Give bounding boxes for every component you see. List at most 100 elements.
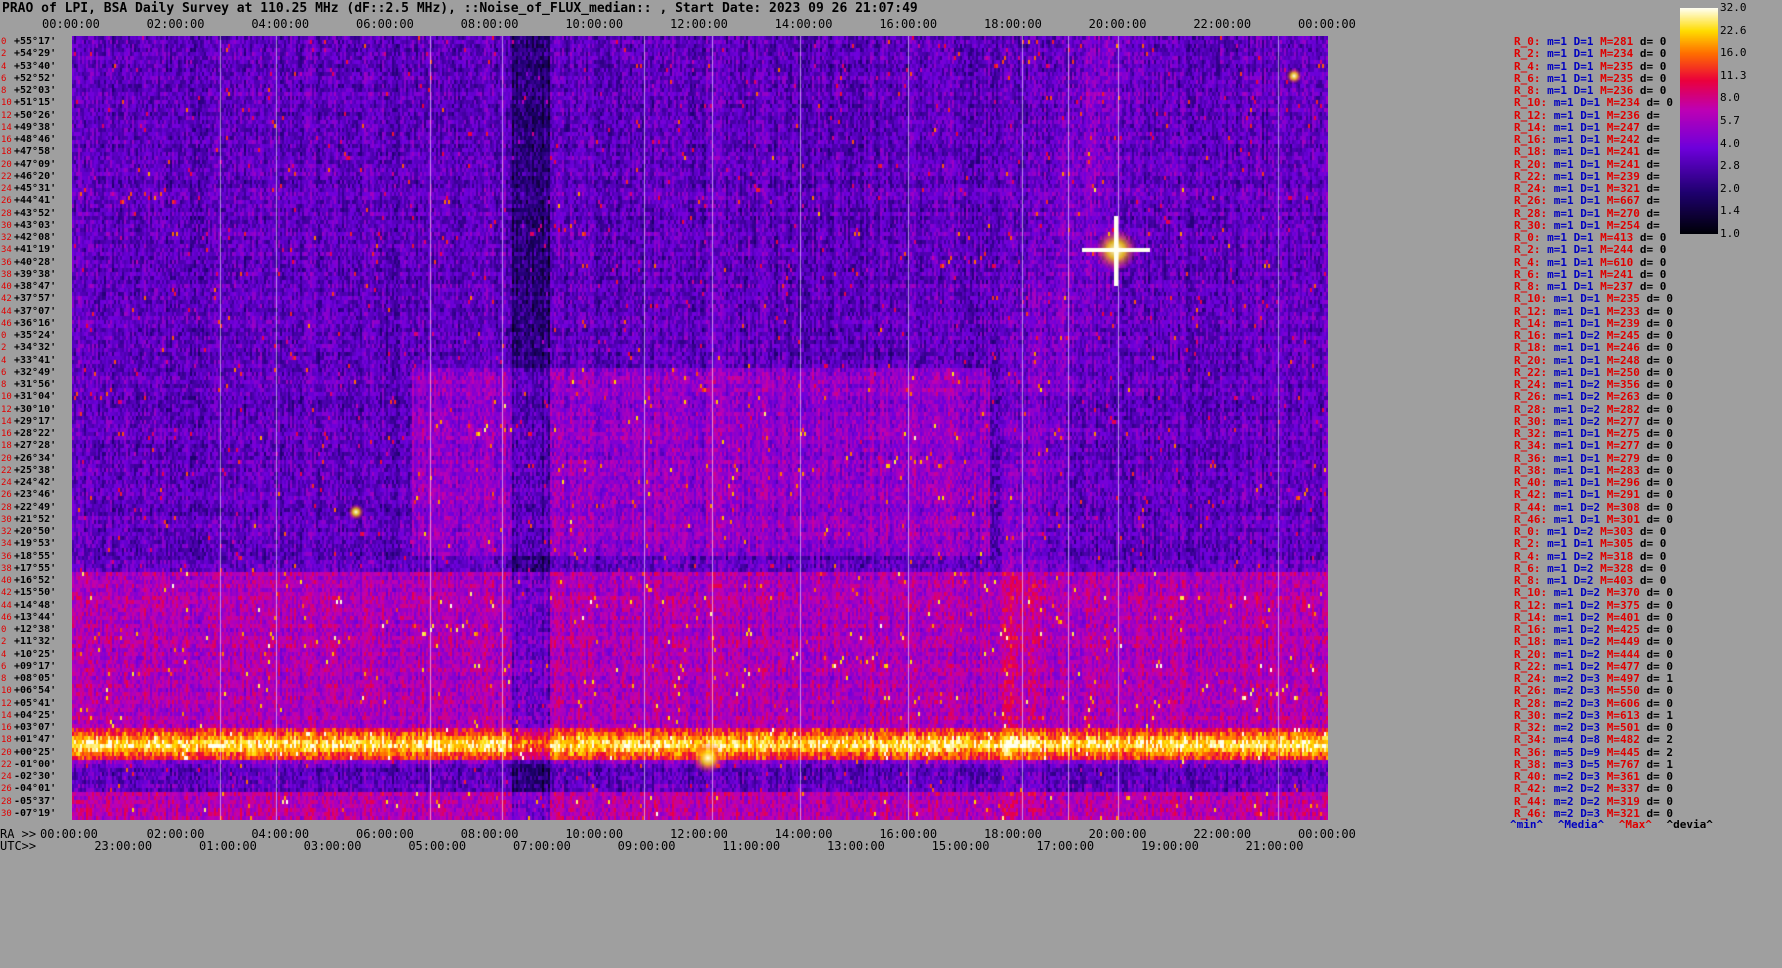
row-stat-field: R_28: — [1514, 696, 1554, 710]
decl-label: +17°55' — [14, 562, 57, 574]
row-stat-field: D=1 — [1580, 145, 1607, 159]
row-stat-field: R_34: — [1514, 733, 1554, 747]
ra-tick: 16:00:00 — [879, 827, 938, 841]
row-stat-field: d= 0 — [1646, 794, 1674, 808]
row-stat: R_24: m=1 D=1 M=321 d= — [1514, 183, 1660, 194]
row-index: 16 — [1, 135, 12, 145]
row-stat-field: M=610 — [1600, 255, 1640, 269]
row-stat-field: m=1 — [1553, 427, 1581, 440]
row-index: 38 — [1, 563, 12, 574]
row-stat: R_10: m=1 D=1 M=235 d= 0 — [1514, 293, 1673, 304]
row-stat-field: m=1 — [1547, 525, 1574, 538]
row-stat-field: d= 0 — [1639, 71, 1667, 85]
row-index: 12 — [1, 110, 12, 121]
row-stat-field: R_16: — [1514, 329, 1554, 342]
decl-label: +37°57' — [14, 293, 57, 305]
row-stat-field: m=1 — [1553, 598, 1581, 612]
decl-label: +26°34' — [14, 452, 57, 464]
row-stat: R_16: m=1 D=2 M=425 d= 0 — [1514, 624, 1673, 635]
row-stat-field: R_0: — [1514, 231, 1548, 244]
decl-label: +31°56' — [14, 379, 57, 390]
row-index: 34 — [1, 539, 12, 550]
row-stat-field: M=550 — [1606, 684, 1647, 698]
row-stat-field: D=2 — [1580, 402, 1607, 416]
row-stat-field: R_22: — [1514, 659, 1554, 673]
row-stat-field: M=241 — [1600, 267, 1640, 281]
row-stat-field: d= 0 — [1646, 316, 1674, 330]
row-stat-field: m=1 — [1553, 206, 1581, 220]
row-stat-field: M=403 — [1600, 574, 1640, 587]
row-stat-field: R_16: — [1514, 623, 1554, 636]
row-stat-field: m=1 — [1553, 476, 1581, 489]
row-stat: R_30: m=1 D=1 M=254 d= — [1514, 220, 1660, 231]
row-stat-field: D=8 — [1580, 733, 1607, 747]
row-stat-field: m=1 — [1553, 365, 1581, 379]
row-stat-field: M=244 — [1600, 243, 1640, 257]
row-stat-field: M=239 — [1606, 316, 1647, 330]
decl-label: +40°28' — [14, 256, 57, 268]
decl-label: -02°30' — [14, 771, 57, 782]
ra-tick: 02:00:00 — [146, 827, 205, 841]
row-stat: R_38: m=1 D=1 M=283 d= 0 — [1514, 465, 1673, 476]
row-stat-field: M=308 — [1606, 500, 1647, 514]
row-stat-field: D=3 — [1580, 696, 1607, 710]
row-stat-field: d= 0 — [1646, 365, 1674, 379]
row-stat-field: d= — [1646, 206, 1660, 220]
row-stat-field: D=1 — [1580, 194, 1607, 208]
row-index: 10 — [1, 392, 12, 403]
row-stat-field: R_4: — [1514, 549, 1548, 563]
row-index: 4 — [1, 649, 7, 660]
row-stat-field: D=2 — [1580, 598, 1607, 612]
row-stat-field: d= 1 — [1646, 757, 1674, 771]
row-stat-field: m=1 — [1547, 231, 1574, 244]
row-stat-field: D=2 — [1580, 500, 1607, 514]
row-stat: R_26: m=1 D=2 M=263 d= 0 — [1514, 391, 1673, 402]
row-stat-field: D=2 — [1580, 414, 1607, 428]
top-tick: 10:00:00 — [565, 17, 624, 31]
row-stat-field: M=246 — [1606, 341, 1647, 355]
row-index: 44 — [1, 600, 12, 611]
row-index: 14 — [1, 710, 12, 721]
row-stat-field: M=337 — [1606, 782, 1647, 796]
utc-tick: 19:00:00 — [1141, 839, 1199, 853]
row-stat-field: R_10: — [1514, 96, 1554, 110]
row-stat-field: D=1 — [1580, 341, 1607, 355]
ra-tick: 10:00:00 — [565, 827, 624, 841]
row-index: 34 — [1, 245, 12, 256]
row-stat-field: R_26: — [1514, 194, 1554, 208]
colorbar-tick: 32.0 — [1720, 1, 1747, 14]
row-stat-field: R_26: — [1514, 684, 1554, 698]
row-stat-field: D=3 — [1580, 770, 1607, 783]
row-stat: R_4: m=1 D=1 M=610 d= 0 — [1514, 257, 1666, 268]
row-stat-field: d= 0 — [1639, 525, 1667, 538]
row-index: 30 — [1, 220, 12, 231]
row-stat-field: d= 1 — [1646, 708, 1674, 722]
row-stat-field: d= 0 — [1646, 684, 1674, 698]
top-tick: 18:00:00 — [984, 17, 1042, 31]
top-tick: 20:00:00 — [1088, 17, 1147, 31]
row-index: 24 — [1, 478, 12, 488]
row-stat-field: d= — [1646, 157, 1660, 171]
row-stat-field: R_10: — [1514, 586, 1554, 600]
row-stat-field: d= 0 — [1639, 574, 1667, 587]
row-stat-field: D=1 — [1580, 157, 1607, 171]
decl-label: +36°16' — [14, 317, 57, 329]
row-stat-field: M=277 — [1606, 414, 1647, 428]
row-stat-field: d= 0 — [1646, 96, 1674, 110]
decl-label: +42°08' — [14, 232, 57, 243]
decl-label: -07°19' — [14, 807, 57, 819]
decl-label: +39°38' — [14, 268, 57, 280]
row-stat: R_2: m=1 D=1 M=305 d= 0 — [1514, 538, 1666, 549]
row-index: 16 — [1, 723, 12, 733]
top-tick: 06:00:00 — [356, 17, 414, 31]
row-stat-field: m=1 — [1547, 561, 1574, 575]
row-stat-field: d= 0 — [1646, 721, 1674, 734]
decl-label: +43°03' — [14, 219, 57, 231]
row-stat-field: D=1 — [1573, 537, 1601, 551]
stats-legend: ^min^ ^Media^ ^Max^ ^devia^ — [1510, 818, 1721, 831]
row-stat-field: M=370 — [1606, 586, 1647, 600]
row-stat-field: D=1 — [1580, 96, 1607, 110]
row-stat-field: R_36: — [1514, 745, 1554, 759]
row-stat-field: d= 0 — [1646, 353, 1674, 367]
row-stat-field: d= 0 — [1639, 47, 1667, 61]
